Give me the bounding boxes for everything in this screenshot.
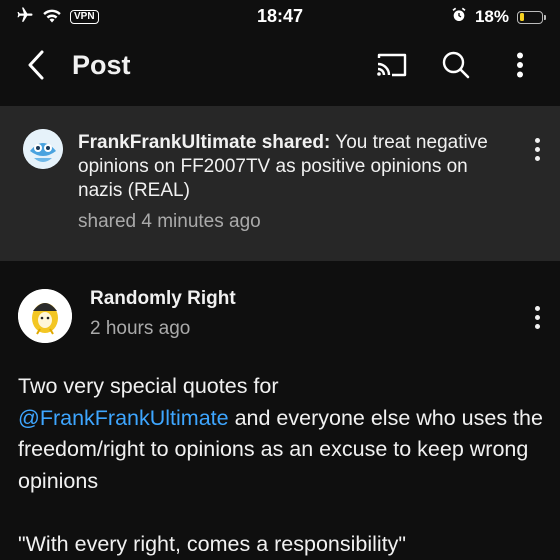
airplane-icon: [16, 6, 34, 29]
more-vertical-icon[interactable]: [500, 45, 540, 85]
sharer-avatar[interactable]: [23, 129, 63, 169]
wifi-icon: [42, 7, 62, 28]
battery-icon: [517, 10, 546, 24]
post-more-icon[interactable]: [522, 297, 552, 337]
app-bar-actions: [372, 45, 540, 85]
post-author-name[interactable]: Randomly Right: [90, 288, 236, 310]
post-timestamp: 2 hours ago: [90, 318, 191, 339]
vpn-badge: VPN: [70, 10, 99, 24]
battery-level-fill: [519, 13, 524, 21]
author-avatar[interactable]: [18, 289, 72, 343]
app-bar: Post: [0, 34, 560, 96]
status-bar-left: VPN: [16, 6, 99, 29]
cast-icon[interactable]: [372, 45, 412, 85]
search-icon[interactable]: [436, 45, 476, 85]
mention-link[interactable]: @FrankFrankUltimate: [18, 406, 229, 430]
status-bar: VPN 18:47 18%: [0, 0, 560, 34]
back-chevron-icon[interactable]: [16, 45, 56, 85]
status-bar-right: 18%: [451, 7, 546, 28]
battery-percent: 18%: [474, 7, 509, 26]
page-title: Post: [72, 49, 131, 80]
post-quote: "With every right, comes a responsibilit…: [18, 531, 407, 556]
shared-timestamp: shared 4 minutes ago: [78, 211, 261, 232]
post-body: Two very special quotes for @FrankFrankU…: [18, 371, 548, 560]
shared-post-more-icon[interactable]: [522, 129, 552, 169]
post-body-intro: Two very special quotes for: [18, 374, 279, 398]
sharer-name[interactable]: FrankFrankUltimate shared:: [78, 132, 330, 153]
shared-post-text[interactable]: FrankFrankUltimate shared: You treat neg…: [78, 131, 508, 203]
alarm-icon: [451, 7, 467, 28]
